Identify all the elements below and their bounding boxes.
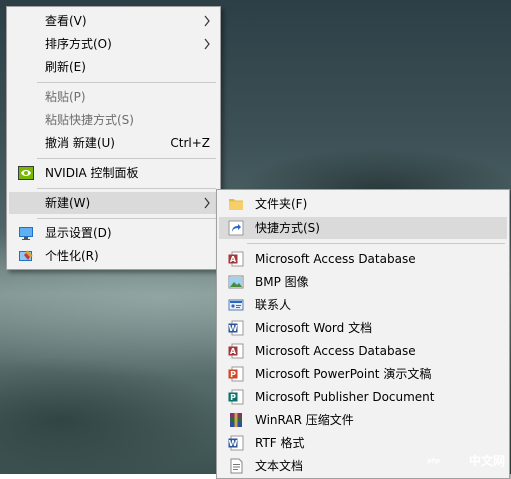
winrar-icon [230,413,242,427]
menu-item-undo-new[interactable]: 撤消 新建(U) Ctrl+Z [9,132,218,154]
context-menu: 查看(V) 排序方式(O) 刷新(E) 粘贴(P) 粘贴快捷方式(S) 撤消 新… [6,6,221,270]
access-icon: A [228,251,244,267]
submenu-item-winrar-archive[interactable]: WinRAR 压缩文件 [219,409,507,431]
menu-item-label: RTF 格式 [255,436,305,450]
submenu-item-access-database[interactable]: A Microsoft Access Database [219,248,507,270]
watermark-text: 中文网 [468,454,505,468]
submenu-item-access-database-2[interactable]: A Microsoft Access Database [219,340,507,362]
access-icon: A [228,343,244,359]
menu-separator [37,158,216,159]
menu-item-label: BMP 图像 [255,275,309,289]
menu-item-label: 新建(W) [45,196,91,210]
menu-item-paste-shortcut[interactable]: 粘贴快捷方式(S) [9,109,218,131]
menu-item-label: 快捷方式(S) [255,221,320,235]
rtf-icon: W [228,435,244,451]
svg-text:W: W [229,439,238,448]
menu-item-label: 刷新(E) [45,60,86,74]
new-submenu: 文件夹(F) 快捷方式(S) A Microsoft Access Databa… [216,189,510,479]
text-document-icon [230,458,243,474]
svg-text:W: W [229,324,238,333]
folder-icon [229,199,243,210]
monitor-icon [19,227,33,240]
menu-item-label: 文件夹(F) [255,197,308,211]
word-icon: W [228,320,244,336]
menu-item-label: Microsoft Access Database [255,252,416,266]
menu-item-view[interactable]: 查看(V) [9,10,218,32]
chevron-right-icon [204,197,210,209]
menu-item-label: 撤消 新建(U) [45,136,115,150]
php-logo-text: php [427,458,440,464]
menu-item-label: WinRAR 压缩文件 [255,413,354,427]
chevron-right-icon [204,15,210,27]
menu-item-nvidia-control-panel[interactable]: NVIDIA 控制面板 [9,162,218,184]
menu-item-paste[interactable]: 粘贴(P) [9,86,218,108]
menu-item-personalize[interactable]: 个性化(R) [9,245,218,267]
svg-text:A: A [230,255,237,264]
menu-item-label: 联系人 [255,298,292,312]
menu-item-sort[interactable]: 排序方式(O) [9,33,218,55]
menu-item-label: 查看(V) [45,14,87,28]
menu-separator [247,243,505,244]
svg-text:A: A [230,347,237,356]
menu-item-label: 个性化(R) [45,249,99,263]
menu-item-label: 排序方式(O) [45,37,112,51]
menu-item-label: Microsoft Access Database [255,344,416,358]
menu-separator [37,188,216,189]
menu-item-label: NVIDIA 控制面板 [45,166,139,180]
contact-icon [228,299,244,311]
submenu-item-rtf-format[interactable]: W RTF 格式 [219,432,507,454]
svg-text:P: P [230,393,236,402]
menu-item-label: Microsoft Word 文档 [255,321,373,335]
chevron-right-icon [204,38,210,50]
php-logo: php [427,458,440,464]
menu-item-refresh[interactable]: 刷新(E) [9,56,218,78]
shortcut-icon [228,220,244,236]
submenu-item-publisher-document[interactable]: P Microsoft Publisher Document [219,386,507,408]
submenu-item-folder[interactable]: 文件夹(F) [219,193,507,215]
menu-item-display-settings[interactable]: 显示设置(D) [9,222,218,244]
submenu-item-bmp-image[interactable]: BMP 图像 [219,271,507,293]
nvidia-icon [18,166,34,180]
submenu-item-contact[interactable]: 联系人 [219,294,507,316]
menu-item-new[interactable]: 新建(W) [9,192,218,214]
menu-item-label: 粘贴快捷方式(S) [45,113,134,127]
submenu-item-shortcut[interactable]: 快捷方式(S) [219,217,507,239]
bmp-image-icon [228,275,244,289]
menu-item-shortcut: Ctrl+Z [170,136,210,150]
menu-item-label: Microsoft PowerPoint 演示文稿 [255,367,432,381]
menu-item-label: 粘贴(P) [45,90,86,104]
publisher-icon: P [228,389,244,405]
submenu-item-word-document[interactable]: W Microsoft Word 文档 [219,317,507,339]
menu-separator [37,82,216,83]
powerpoint-icon: P [228,366,244,382]
personalize-icon [19,250,33,261]
menu-separator [37,218,216,219]
submenu-item-powerpoint-presentation[interactable]: P Microsoft PowerPoint 演示文稿 [219,363,507,385]
menu-item-label: 显示设置(D) [45,226,112,240]
svg-text:P: P [230,370,236,379]
menu-item-label: Microsoft Publisher Document [255,390,435,404]
